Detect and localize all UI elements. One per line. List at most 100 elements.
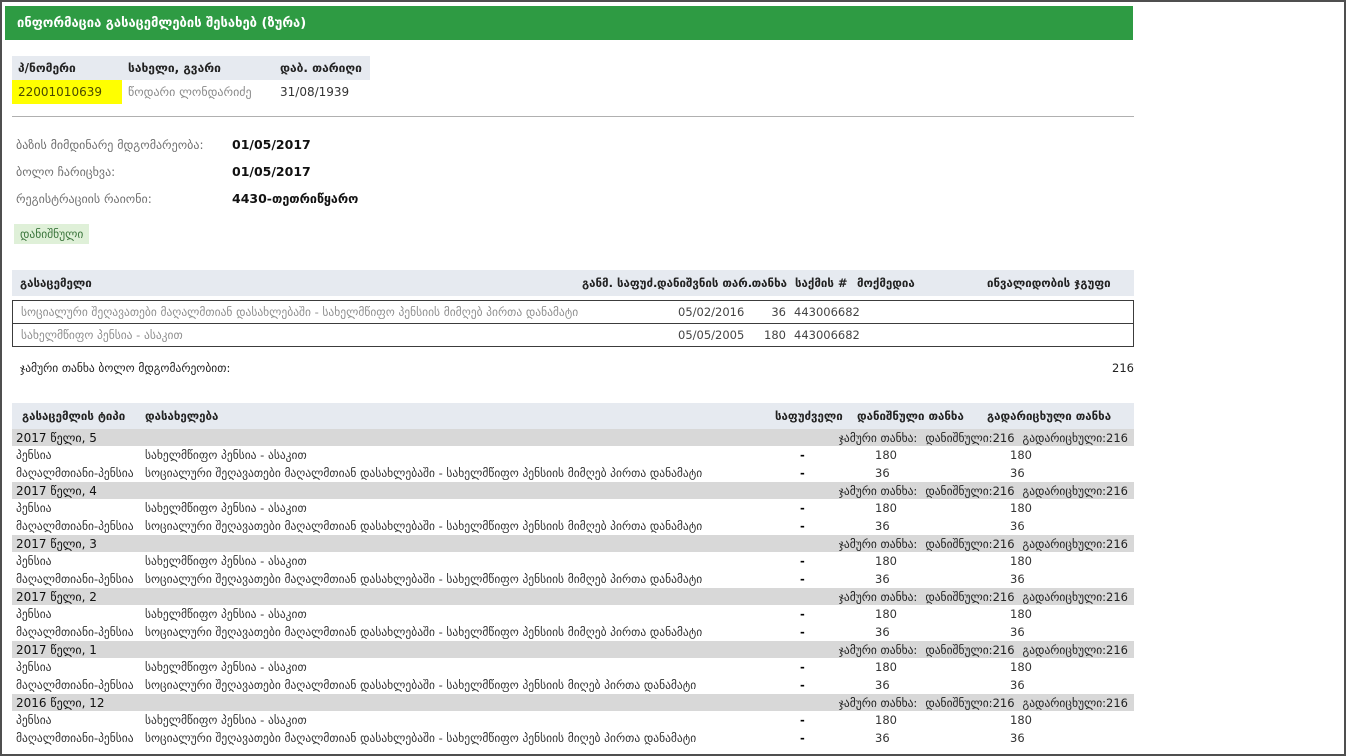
summary-assigned: დანიშნული:216 bbox=[925, 696, 1014, 710]
total-spacer bbox=[1004, 361, 1092, 375]
month-group: 2017 წელი, 2 ჯამური თანხა:დანიშნული:216გ… bbox=[12, 588, 1134, 641]
person-header-birth: დაბ. თარიღი bbox=[274, 56, 370, 80]
monthly-row: მაღალმთიანი-პენსია სოციალური შეღავათები … bbox=[12, 729, 1134, 747]
field-value: 4430-თეთრიწყარო bbox=[232, 191, 358, 206]
summary-total-label: ჯამური თანხა: bbox=[839, 484, 918, 498]
payment-title: სახელმწიფო პენსია - ასაკით bbox=[145, 501, 775, 515]
summary-transferred-value: 216 bbox=[1106, 696, 1128, 710]
summary-transferred-value: 216 bbox=[1106, 590, 1128, 604]
assigned-amount: 180 bbox=[857, 713, 987, 727]
summary-total-label: ჯამური თანხა: bbox=[839, 590, 918, 604]
period-row: 2017 წელი, 3 ჯამური თანხა: დანიშნული:216 გ… bbox=[12, 535, 1134, 552]
assigned-amount: 180 bbox=[857, 554, 987, 568]
assigned-amount: 36 bbox=[857, 678, 987, 692]
transferred-amount: 36 bbox=[987, 731, 1134, 745]
summary-assigned: დანიშნული:216 bbox=[925, 431, 1014, 445]
period-row: 2017 წელი, 5 ჯამური თანხა: დანიშნული:216 გ… bbox=[12, 429, 1134, 446]
month-group: 2017 წელი, 1 ჯამური თანხა:დანიშნული:216გ… bbox=[12, 641, 1134, 694]
payment-type: მაღალმთიანი-პენსია bbox=[12, 466, 145, 480]
summary-assigned-value: 216 bbox=[993, 537, 1015, 551]
total-amount: 216 bbox=[1092, 361, 1134, 375]
summary-assigned-value: 216 bbox=[993, 590, 1015, 604]
summary-total-label: ჯამური თანხა: bbox=[839, 431, 918, 445]
payment-disability bbox=[986, 305, 1133, 319]
payment-active bbox=[856, 328, 986, 342]
summary-transferred: გადარიცხული:216 bbox=[1023, 537, 1128, 551]
payment-row: სახელმწიფო პენსია - ასაკით 05/05/2005 18… bbox=[13, 323, 1133, 346]
col-header-case-number: საქმის # bbox=[787, 276, 857, 290]
payment-type: პენსია bbox=[12, 607, 145, 621]
transferred-amount: 180 bbox=[987, 448, 1134, 462]
payment-basis: - bbox=[775, 660, 857, 674]
period-summary: ჯამური თანხა: დანიშნული:216 გადარიცხული:21… bbox=[839, 431, 1128, 445]
transferred-amount: 36 bbox=[987, 625, 1134, 639]
payment-basis: - bbox=[775, 607, 857, 621]
person-table: პ/ნომერი სახელი, გვარი დაბ. თარიღი 22001… bbox=[12, 56, 370, 104]
col-header-payment: გასაცემელი bbox=[12, 276, 582, 290]
transferred-amount: 36 bbox=[987, 519, 1134, 533]
month-group: 2017 წელი, 3 ჯამური თანხა: დანიშნული:216 გ… bbox=[12, 535, 1134, 588]
payment-basis bbox=[581, 305, 656, 319]
birth-date: 31/08/1939 bbox=[274, 80, 370, 104]
summary-transferred-value: 216 bbox=[1106, 643, 1128, 657]
payment-type: მაღალმთიანი-პენსია bbox=[12, 519, 145, 533]
field-row-registration-district: რეგისტრაციის რაიონი: 4430-თეთრიწყარო bbox=[16, 185, 1142, 212]
period-label: 2016 წელი, 12 bbox=[16, 696, 105, 710]
transferred-amount: 36 bbox=[987, 572, 1134, 586]
col-header-assignment-date: დანიშვნის თარ. bbox=[657, 276, 745, 290]
month-group: 2017 წელი, 5 ჯამური თანხა: დანიშნული:216 გ… bbox=[12, 429, 1134, 482]
summary-assigned: დანიშნული:216 bbox=[925, 484, 1014, 498]
assigned-amount: 180 bbox=[857, 607, 987, 621]
payment-title: სახელმწიფო პენსია - ასაკით bbox=[145, 660, 775, 674]
payment-type: პენსია bbox=[12, 713, 145, 727]
payment-amount: 36 bbox=[744, 305, 786, 319]
payment-basis: - bbox=[775, 572, 857, 586]
summary-transferred: გადარიცხული:216 bbox=[1023, 643, 1128, 657]
payment-basis: - bbox=[775, 678, 857, 692]
payment-title: სახელმწიფო პენსია - ასაკით bbox=[145, 713, 775, 727]
col-header-amount: თანხა bbox=[745, 276, 787, 290]
period-label: 2017 წელი, 1 bbox=[16, 643, 97, 657]
payments-table-header: გასაცემელი განმ. საფუძ. დანიშვნის თარ. თ… bbox=[12, 270, 1134, 296]
period-summary: ჯამური თანხა:დანიშნული:216გადარიცხული:21… bbox=[839, 643, 1128, 657]
col-header-transferred-amount: გადარიცხული თანხა bbox=[987, 409, 1134, 423]
period-label: 2017 წელი, 2 bbox=[16, 590, 97, 604]
payment-basis: - bbox=[775, 519, 857, 533]
payment-basis: - bbox=[775, 731, 857, 745]
person-name: წოდარი ლონდარიძე bbox=[122, 80, 274, 104]
col-header-basis: საფუძველი bbox=[775, 409, 857, 423]
payment-date: 05/02/2016 bbox=[656, 305, 744, 319]
col-header-assigned-amount: დანიშნული თანხა bbox=[857, 409, 987, 423]
period-row: 2017 წელი, 1 ჯამური თანხა:დანიშნული:216გ… bbox=[12, 641, 1134, 658]
status-badge: დანიშნული bbox=[14, 224, 89, 244]
col-header-active: მოქმედია bbox=[857, 276, 987, 290]
summary-transferred-label: გადარიცხული: bbox=[1023, 696, 1107, 710]
app-window: ინფორმაცია გასაცემლების შესახებ (ზურა) პ… bbox=[0, 0, 1346, 756]
summary-assigned-value: 216 bbox=[993, 643, 1015, 657]
transferred-amount: 180 bbox=[987, 713, 1134, 727]
period-summary: ჯამური თანხა:დანიშნული:216გადარიცხული:21… bbox=[839, 696, 1128, 710]
payment-type: პენსია bbox=[12, 501, 145, 515]
payment-basis: - bbox=[775, 448, 857, 462]
payment-title: სახელმწიფო პენსია - ასაკით bbox=[145, 607, 775, 621]
payment-case-number: 443006682 bbox=[786, 305, 856, 319]
period-label: 2017 წელი, 3 bbox=[16, 537, 97, 551]
total-spacer bbox=[929, 361, 1004, 375]
transferred-amount: 180 bbox=[987, 554, 1134, 568]
payment-title: სახელმწიფო პენსია - ასაკით bbox=[145, 554, 775, 568]
summary-assigned-label: დანიშნული: bbox=[925, 484, 992, 498]
summary-total-label: ჯამური თანხა: bbox=[839, 537, 918, 551]
summary-assigned: დანიშნული:216 bbox=[925, 537, 1014, 551]
field-label: რეგისტრაციის რაიონი: bbox=[16, 192, 232, 206]
transferred-amount: 180 bbox=[987, 660, 1134, 674]
payment-basis: - bbox=[775, 466, 857, 480]
summary-assigned: დანიშნული:216 bbox=[925, 590, 1014, 604]
summary-transferred-label: გადარიცხული: bbox=[1023, 643, 1107, 657]
summary-assigned-value: 216 bbox=[993, 431, 1015, 445]
payment-amount: 180 bbox=[744, 328, 786, 342]
period-label: 2017 წელი, 5 bbox=[16, 431, 97, 445]
transferred-amount: 180 bbox=[987, 501, 1134, 515]
summary-transferred: გადარიცხული:216 bbox=[1023, 431, 1128, 445]
monthly-row: მაღალმთიანი-პენსია სოციალური შეღავათები … bbox=[12, 570, 1134, 588]
summary-transferred-label: გადარიცხული: bbox=[1023, 537, 1107, 551]
